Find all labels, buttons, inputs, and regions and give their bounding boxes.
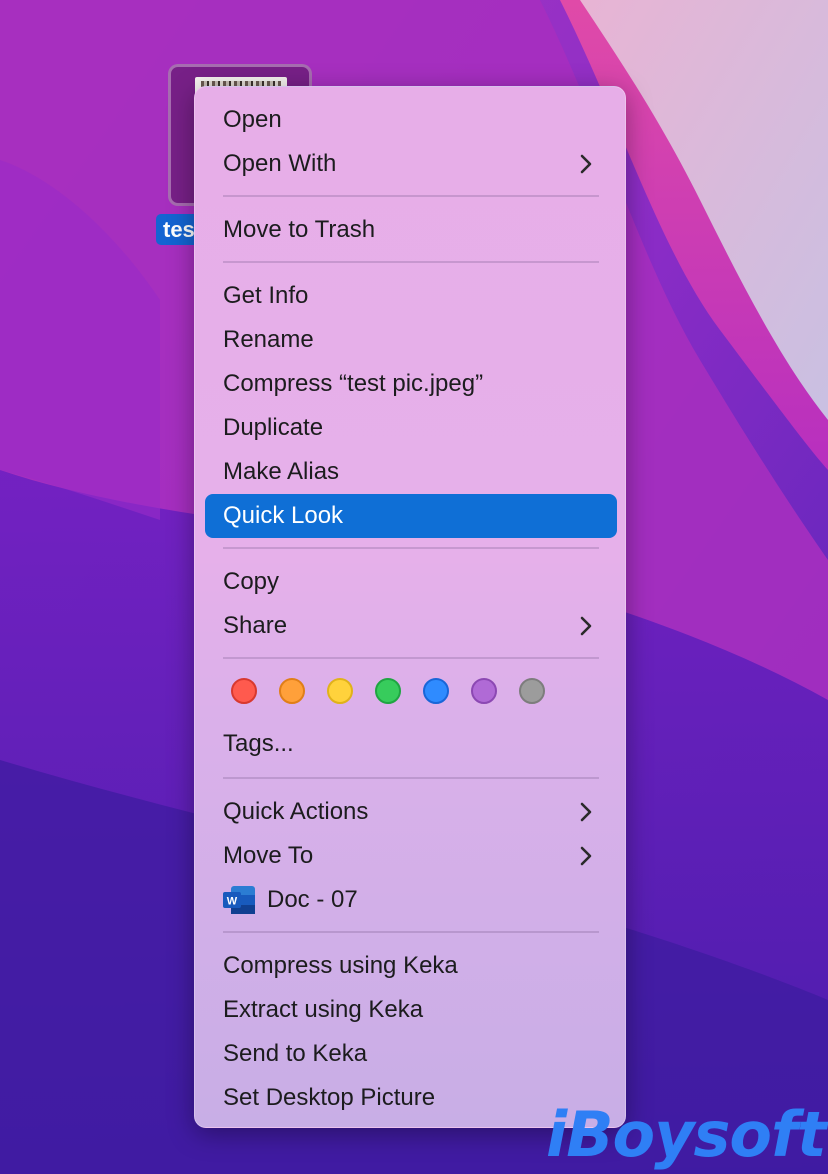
menu-item-copy[interactable]: Copy [205,560,617,604]
watermark-logo: iBoysoft [546,1098,827,1171]
menu-separator [223,931,599,933]
menu-item-extract-keka[interactable]: Extract using Keka [205,988,617,1032]
microsoft-word-icon: W [223,886,255,914]
chevron-right-icon [580,846,592,866]
menu-item-quick-actions[interactable]: Quick Actions [205,790,617,834]
menu-item-share[interactable]: Share [205,604,617,648]
menu-item-label: Open With [223,150,337,177]
menu-item-open[interactable]: Open [205,98,617,142]
menu-item-compress-keka[interactable]: Compress using Keka [205,944,617,988]
menu-item-label: Compress “test pic.jpeg” [223,370,484,397]
menu-separator [223,261,599,263]
menu-item-label: Tags... [223,730,294,757]
menu-item-label: Quick Look [223,502,344,529]
menu-item-label: Copy [223,568,280,595]
menu-item-rename[interactable]: Rename [205,318,617,362]
menu-item-make-alias[interactable]: Make Alias [205,450,617,494]
menu-item-label: Send to Keka [223,1040,368,1067]
chevron-right-icon [580,802,592,822]
context-menu: Open Open With Move to Trash Get Info Re… [194,86,626,1128]
menu-item-open-with[interactable]: Open With [205,142,617,186]
menu-separator [223,657,599,659]
tag-red[interactable] [231,678,257,704]
menu-item-label: Duplicate [223,414,324,441]
menu-item-compress[interactable]: Compress “test pic.jpeg” [205,362,617,406]
chevron-right-icon [580,616,592,636]
tag-gray[interactable] [519,678,545,704]
menu-item-doc[interactable]: W Doc - 07 [205,878,617,922]
tag-blue[interactable] [423,678,449,704]
tag-orange[interactable] [279,678,305,704]
tag-color-row [231,678,571,706]
menu-item-label: Extract using Keka [223,996,424,1023]
menu-item-get-info[interactable]: Get Info [205,274,617,318]
menu-item-tags[interactable]: Tags... [205,722,617,766]
menu-separator [223,777,599,779]
tag-green[interactable] [375,678,401,704]
menu-item-label: Move To [223,842,314,869]
menu-item-label: Compress using Keka [223,952,458,979]
menu-item-label: Set Desktop Picture [223,1084,436,1111]
menu-item-label: Share [223,612,288,639]
menu-item-move-to-trash[interactable]: Move to Trash [205,208,617,252]
menu-item-duplicate[interactable]: Duplicate [205,406,617,450]
svg-text:W: W [227,896,238,908]
menu-item-label: Open [223,106,282,133]
menu-item-move-to[interactable]: Move To [205,834,617,878]
chevron-right-icon [580,154,592,174]
menu-item-label: Quick Actions [223,798,369,825]
menu-item-label: Move to Trash [223,216,376,243]
tag-purple[interactable] [471,678,497,704]
menu-item-label: Make Alias [223,458,340,485]
menu-item-label: Get Info [223,282,309,309]
menu-separator [223,547,599,549]
menu-item-send-keka[interactable]: Send to Keka [205,1032,617,1076]
menu-item-quick-look[interactable]: Quick Look [205,494,617,538]
menu-separator [223,195,599,197]
menu-item-label: Rename [223,326,314,353]
tag-yellow[interactable] [327,678,353,704]
menu-item-label: Doc - 07 [267,886,358,913]
